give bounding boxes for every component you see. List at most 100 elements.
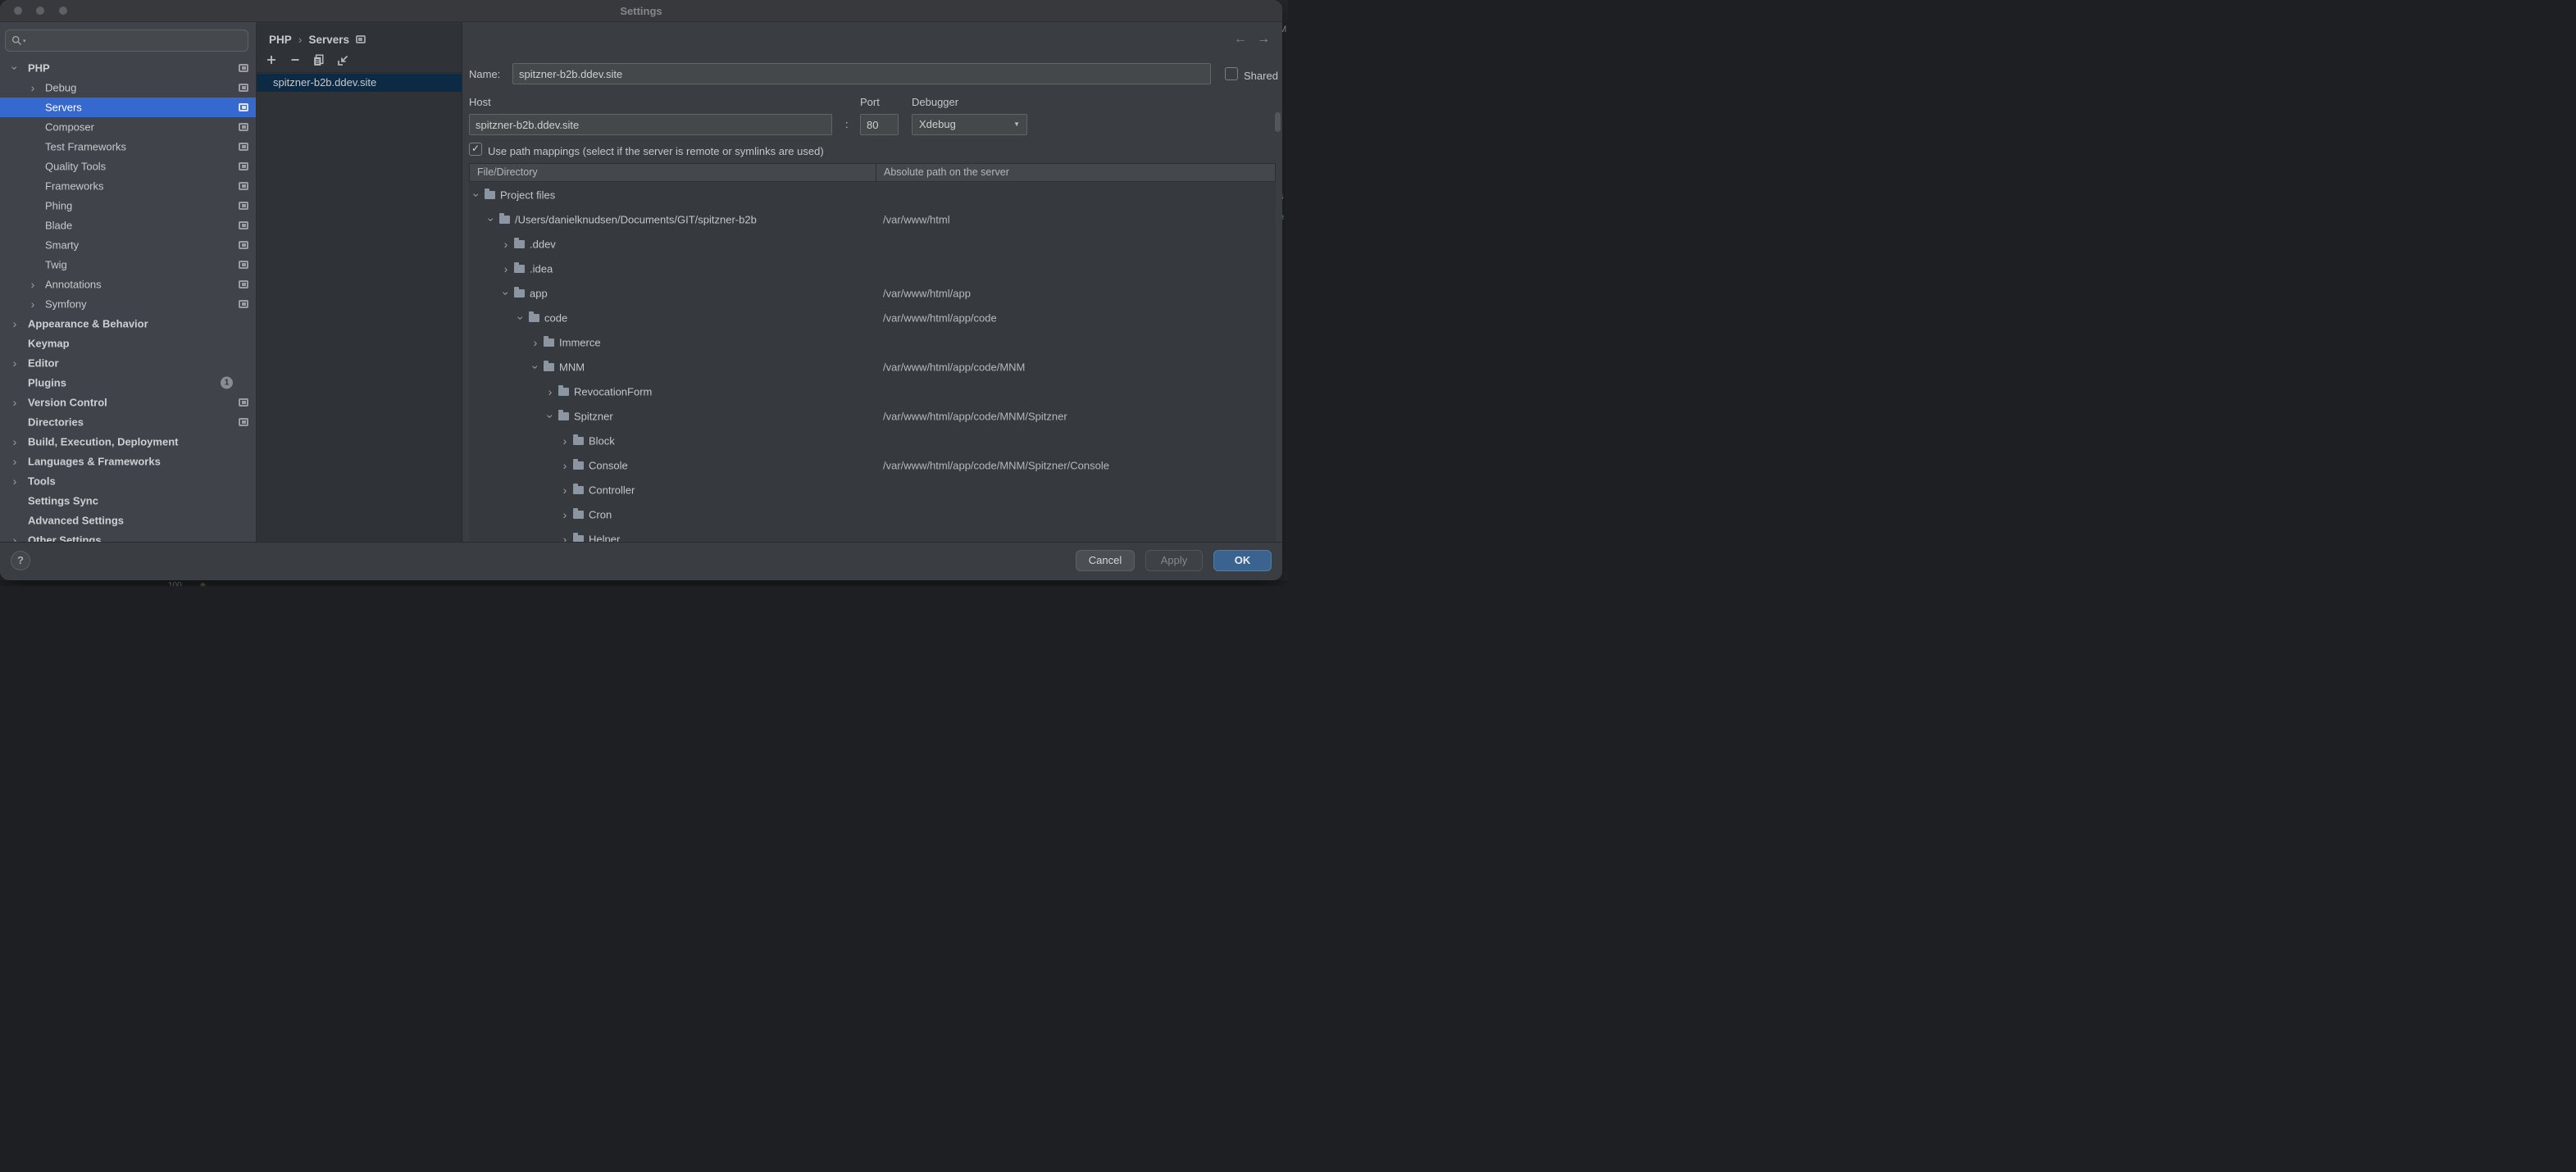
forward-arrow-icon[interactable]: → (1257, 32, 1270, 47)
chevron-icon[interactable] (11, 438, 19, 446)
sidebar-item-debug[interactable]: Debug (0, 78, 256, 98)
chevron-icon[interactable] (531, 338, 539, 347)
settings-search-box[interactable]: ▾ (5, 30, 248, 52)
column-header-file-directory[interactable]: File/Directory (477, 166, 538, 178)
chevron-icon[interactable] (11, 64, 19, 72)
mapping-row-ddev[interactable]: .ddev (469, 232, 1276, 257)
mapping-local-path: code (544, 312, 567, 325)
sidebar-item-frameworks[interactable]: Frameworks (0, 176, 256, 196)
background-text-fragment: M (1282, 25, 1286, 34)
zoom-window-button[interactable] (59, 7, 67, 15)
back-arrow-icon[interactable]: ← (1234, 32, 1247, 47)
add-icon[interactable] (265, 53, 278, 66)
chevron-icon[interactable] (472, 191, 480, 199)
chevron-icon[interactable] (11, 398, 19, 407)
import-icon[interactable] (336, 53, 349, 66)
sidebar-item-plugins[interactable]: Plugins 1 (0, 373, 256, 393)
chevron-icon[interactable] (502, 240, 510, 248)
sidebar-item-tools[interactable]: Tools (0, 471, 256, 491)
chevron-icon[interactable] (11, 457, 19, 466)
column-header-absolute-path[interactable]: Absolute path on the server (884, 166, 1009, 178)
sidebar-item-settings-sync[interactable]: Settings Sync (0, 491, 256, 511)
mapping-row-mnm[interactable]: MNM /var/www/html/app/code/MNM (469, 355, 1276, 379)
chevron-icon[interactable] (561, 437, 569, 445)
sidebar-item-advanced-settings[interactable]: Advanced Settings (0, 511, 256, 530)
mapping-row-app[interactable]: app /var/www/html/app (469, 281, 1276, 306)
mapping-row-immerce[interactable]: Immerce (469, 330, 1276, 355)
sidebar-item-label: Quality Tools (45, 161, 106, 173)
chevron-icon[interactable] (29, 280, 37, 288)
mapping-row-idea[interactable]: .idea (469, 257, 1276, 281)
use-path-mappings-checkbox[interactable]: ✓ (469, 143, 482, 156)
sidebar-item-label: PHP (28, 62, 50, 75)
sidebar-item-annotations[interactable]: Annotations (0, 275, 256, 294)
copy-icon[interactable] (312, 53, 325, 66)
mapping-row-helper[interactable]: Helper (469, 527, 1276, 542)
scrollbar-thumb[interactable] (1275, 112, 1281, 132)
mapping-row-revocationform[interactable]: RevocationForm (469, 379, 1276, 404)
sidebar-item-version-control[interactable]: Version Control (0, 393, 256, 412)
chevron-icon[interactable] (29, 300, 37, 308)
mapping-row-console[interactable]: Console /var/www/html/app/code/MNM/Spitz… (469, 453, 1276, 478)
mapping-local-path: Cron (589, 509, 612, 521)
shared-checkbox[interactable]: ✓ (1225, 67, 1238, 80)
sidebar-item-blade[interactable]: Blade (0, 216, 256, 235)
remove-icon[interactable] (289, 53, 302, 66)
folder-icon (558, 388, 569, 396)
sidebar-item-smarty[interactable]: Smarty (0, 235, 256, 255)
sidebar-item-servers[interactable]: Servers (0, 98, 256, 117)
sidebar-item-php[interactable]: PHP (0, 58, 256, 78)
search-input[interactable] (30, 34, 227, 47)
server-list-item-spitzner-b2b-ddev-site[interactable]: spitzner-b2b.ddev.site (257, 74, 462, 92)
sidebar-item-keymap[interactable]: Keymap (0, 334, 256, 353)
sidebar-item-build-execution-deployment[interactable]: Build, Execution, Deployment (0, 432, 256, 452)
mapping-row-controller[interactable]: Controller (469, 478, 1276, 502)
minimize-window-button[interactable] (36, 7, 44, 15)
chevron-icon[interactable] (561, 535, 569, 542)
sidebar-item-quality-tools[interactable]: Quality Tools (0, 157, 256, 176)
chevron-icon[interactable] (561, 486, 569, 494)
close-window-button[interactable] (14, 7, 22, 15)
sidebar-item-editor[interactable]: Editor (0, 353, 256, 373)
chevron-icon[interactable] (11, 320, 19, 328)
mapping-row-cron[interactable]: Cron (469, 502, 1276, 527)
cancel-button[interactable]: Cancel (1076, 550, 1135, 571)
mapping-row-spitzner[interactable]: Spitzner /var/www/html/app/code/MNM/Spit… (469, 404, 1276, 429)
apply-button[interactable]: Apply (1145, 550, 1203, 571)
chevron-icon[interactable] (11, 359, 19, 367)
chevron-icon[interactable] (546, 412, 554, 420)
mapping-row-block[interactable]: Block (469, 429, 1276, 453)
search-options-caret-icon[interactable]: ▾ (23, 38, 26, 44)
mapping-row-project-files[interactable]: Project files (469, 183, 1276, 207)
chevron-icon[interactable] (531, 363, 539, 371)
chevron-icon[interactable] (502, 289, 510, 298)
mapping-row-users-danielknudsen-documents-git-spitzner-b2b[interactable]: /Users/danielknudsen/Documents/GIT/spitz… (469, 207, 1276, 232)
sidebar-item-appearance-behavior[interactable]: Appearance & Behavior (0, 314, 256, 334)
sidebar-item-twig[interactable]: Twig (0, 255, 256, 275)
help-button[interactable]: ? (11, 551, 30, 570)
breadcrumb-parent[interactable]: PHP (269, 34, 292, 46)
mapping-row-code[interactable]: code /var/www/html/app/code (469, 306, 1276, 330)
project-settings-icon (239, 84, 248, 92)
sidebar-item-symfony[interactable]: Symfony (0, 294, 256, 314)
sidebar-item-other-settings[interactable]: Other Settings (0, 530, 256, 542)
name-input[interactable] (512, 63, 1211, 84)
host-input[interactable] (469, 114, 832, 135)
sidebar-item-phing[interactable]: Phing (0, 196, 256, 216)
chevron-icon[interactable] (11, 536, 19, 542)
sidebar-item-directories[interactable]: Directories (0, 412, 256, 432)
sidebar-item-test-frameworks[interactable]: Test Frameworks (0, 137, 256, 157)
chevron-icon[interactable] (561, 461, 569, 470)
chevron-icon[interactable] (11, 477, 19, 485)
sidebar-item-languages-frameworks[interactable]: Languages & Frameworks (0, 452, 256, 471)
sidebar-item-composer[interactable]: Composer (0, 117, 256, 137)
chevron-icon[interactable] (502, 265, 510, 273)
chevron-icon[interactable] (546, 388, 554, 396)
ok-button[interactable]: OK (1213, 550, 1272, 571)
chevron-icon[interactable] (517, 314, 525, 322)
port-input[interactable] (860, 114, 899, 135)
debugger-select[interactable]: Xdebug ▼ (912, 114, 1027, 135)
chevron-icon[interactable] (487, 216, 495, 224)
chevron-icon[interactable] (29, 84, 37, 92)
chevron-icon[interactable] (561, 511, 569, 519)
